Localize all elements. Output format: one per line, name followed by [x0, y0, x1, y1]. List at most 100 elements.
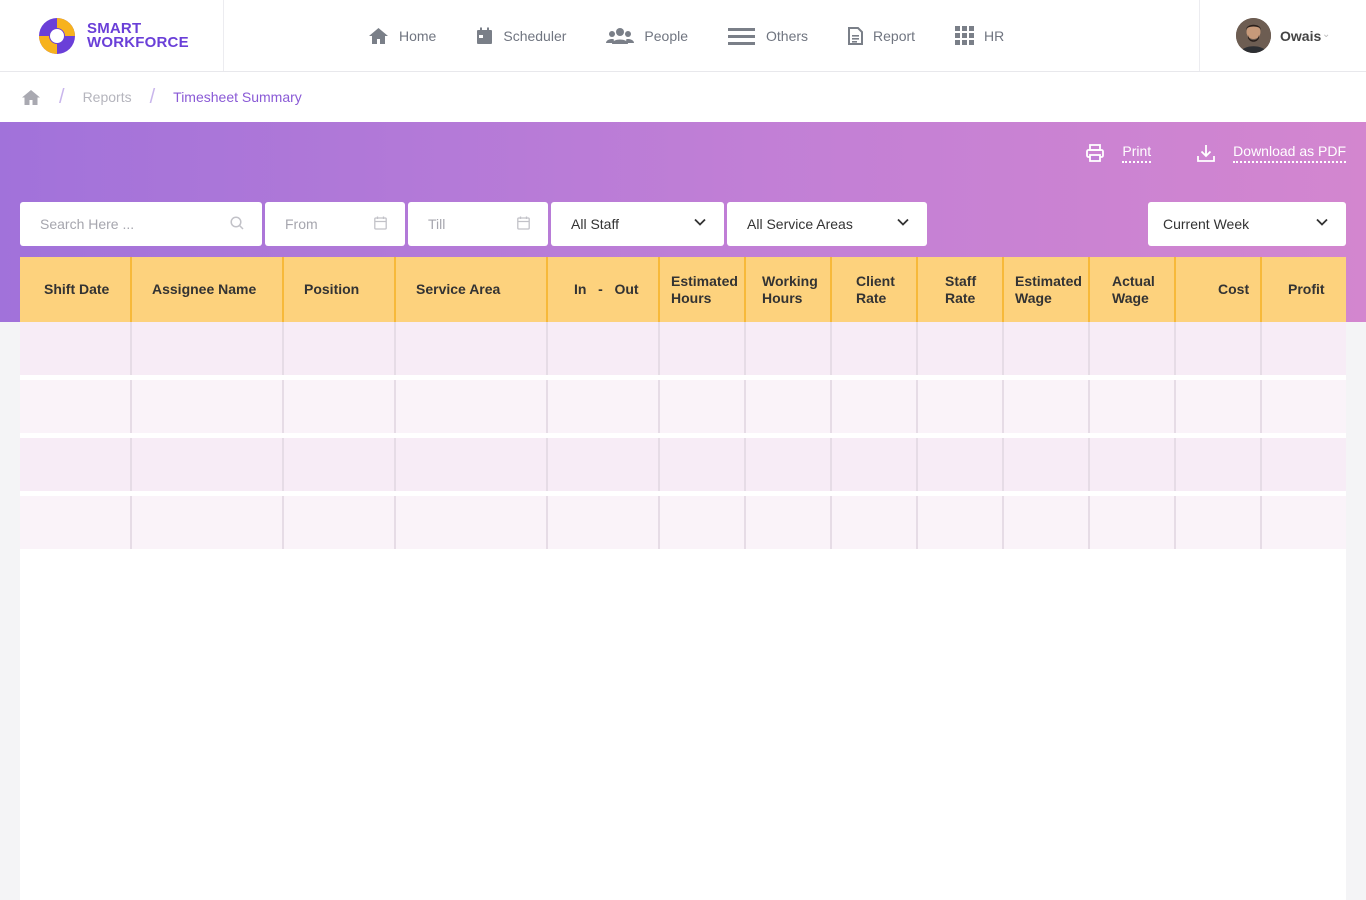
- column-header-line1: Estimated: [671, 272, 738, 289]
- column-header[interactable]: Estimated Wage: [1004, 257, 1090, 322]
- table-cell: [1004, 322, 1090, 375]
- nav-report[interactable]: Report: [848, 26, 915, 45]
- report-actions: Print Download as PDF: [1040, 143, 1346, 163]
- download-pdf-button[interactable]: Download as PDF: [1197, 143, 1346, 163]
- table-cell: [284, 380, 396, 433]
- table-cell: [918, 438, 1004, 491]
- table-cell: [548, 380, 660, 433]
- user-menu[interactable]: Owais ⌄: [1199, 0, 1366, 71]
- table-cell: [132, 380, 284, 433]
- document-icon: [848, 26, 864, 45]
- column-header-label: In - Out: [574, 281, 639, 298]
- table-cell: [1176, 496, 1262, 549]
- chevron-down-icon[interactable]: ⌄: [1322, 29, 1330, 40]
- table-header: Shift Date Assignee Name Position Service A…: [20, 257, 1346, 322]
- column-header[interactable]: Estimated Hours: [660, 257, 746, 322]
- chevron-down-icon: [1316, 218, 1328, 226]
- table-cell: [396, 322, 548, 375]
- table-cell: [746, 380, 832, 433]
- table-row: [20, 438, 1346, 491]
- column-header[interactable]: Shift Date: [20, 257, 132, 322]
- period-select[interactable]: Current Week: [1148, 202, 1346, 246]
- nav-hr[interactable]: HR: [955, 26, 1004, 45]
- column-header[interactable]: Cost: [1176, 257, 1262, 322]
- column-header[interactable]: Assignee Name: [132, 257, 284, 322]
- till-date-input[interactable]: Till: [408, 202, 548, 246]
- staff-select[interactable]: All Staff: [551, 202, 724, 246]
- nav-home[interactable]: Home: [368, 27, 436, 45]
- chevron-down-icon: [694, 218, 706, 226]
- column-header[interactable]: Profit: [1262, 257, 1346, 322]
- nav-home-label: Home: [399, 27, 437, 44]
- home-icon: [369, 27, 388, 44]
- column-header[interactable]: Working Hours: [746, 257, 832, 322]
- table-cell: [660, 438, 746, 491]
- table-cell: [1090, 496, 1176, 549]
- table-cell: [660, 496, 746, 549]
- column-header[interactable]: Client Rate: [832, 257, 918, 322]
- column-header-line1: Service Area: [416, 281, 501, 297]
- table-cell: [832, 438, 918, 491]
- column-header-label: Estimated Hours: [671, 273, 738, 307]
- column-header-line1: Position: [304, 281, 360, 297]
- column-header[interactable]: Position: [284, 257, 396, 322]
- search-placeholder: Search Here ...: [40, 216, 135, 232]
- table-cell: [396, 380, 548, 433]
- table-cell: [1004, 380, 1090, 433]
- table-cell: [548, 496, 660, 549]
- table-cell: [396, 496, 548, 549]
- column-header-line2: Wage: [1015, 289, 1052, 306]
- column-header[interactable]: In - Out: [548, 257, 660, 322]
- search-icon: [230, 216, 244, 230]
- nav-others-label: Others: [766, 27, 809, 44]
- home-icon[interactable]: [21, 89, 41, 106]
- table-cell: [132, 438, 284, 491]
- brand-name: SMART WORKFORCE: [87, 21, 189, 50]
- breadcrumb-reports[interactable]: Reports: [83, 89, 132, 105]
- column-header-line1: Shift Date: [44, 281, 110, 297]
- column-header-label: Assignee Name: [152, 281, 256, 298]
- table-cell: [20, 380, 132, 433]
- table-cell: [548, 438, 660, 491]
- table-cell: [746, 496, 832, 549]
- column-header-line1: Assignee Name: [152, 281, 257, 297]
- logo-area: SMART WORKFORCE: [0, 0, 224, 71]
- table-cell: [1176, 322, 1262, 375]
- column-header-line2: Hours: [762, 289, 803, 306]
- column-header-label: Working Hours: [762, 273, 818, 307]
- table-cell: [832, 380, 918, 433]
- service-area-select[interactable]: All Service Areas: [727, 202, 927, 246]
- column-header[interactable]: Staff Rate: [918, 257, 1004, 322]
- table-cell: [20, 496, 132, 549]
- avatar[interactable]: [1236, 18, 1271, 53]
- search-input[interactable]: Search Here ...: [20, 202, 262, 246]
- column-header-line1: Working: [762, 272, 818, 289]
- logo-icon[interactable]: [35, 17, 80, 55]
- table-cell: [20, 438, 132, 491]
- period-select-value: Current Week: [1163, 216, 1250, 232]
- from-placeholder: From: [285, 216, 318, 232]
- user-name[interactable]: Owais: [1280, 28, 1321, 44]
- table-cell: [832, 322, 918, 375]
- from-date-input[interactable]: From: [265, 202, 405, 246]
- nav-people[interactable]: People: [606, 27, 688, 45]
- column-header-line1: Cost: [1218, 281, 1250, 297]
- table-cell: [132, 496, 284, 549]
- till-placeholder: Till: [428, 216, 446, 232]
- column-header[interactable]: Actual Wage: [1090, 257, 1176, 322]
- staff-select-value: All Staff: [571, 216, 619, 232]
- nav-scheduler[interactable]: Scheduler: [476, 27, 566, 45]
- table-cell: [1262, 496, 1346, 549]
- nav-hr-label: HR: [984, 27, 1005, 44]
- column-header-line2: Hours: [671, 289, 712, 306]
- print-button[interactable]: Print: [1086, 143, 1152, 163]
- printer-icon: [1086, 144, 1105, 162]
- menu-icon: [728, 27, 755, 45]
- table-cell: [396, 438, 548, 491]
- column-header[interactable]: Service Area: [396, 257, 548, 322]
- nav-people-label: People: [644, 27, 688, 44]
- table-cell: [1262, 438, 1346, 491]
- breadcrumb-current: Timesheet Summary: [173, 89, 302, 105]
- nav-others[interactable]: Others: [728, 27, 808, 45]
- top-navbar: SMART WORKFORCE Home Scheduler People Ot…: [0, 0, 1366, 72]
